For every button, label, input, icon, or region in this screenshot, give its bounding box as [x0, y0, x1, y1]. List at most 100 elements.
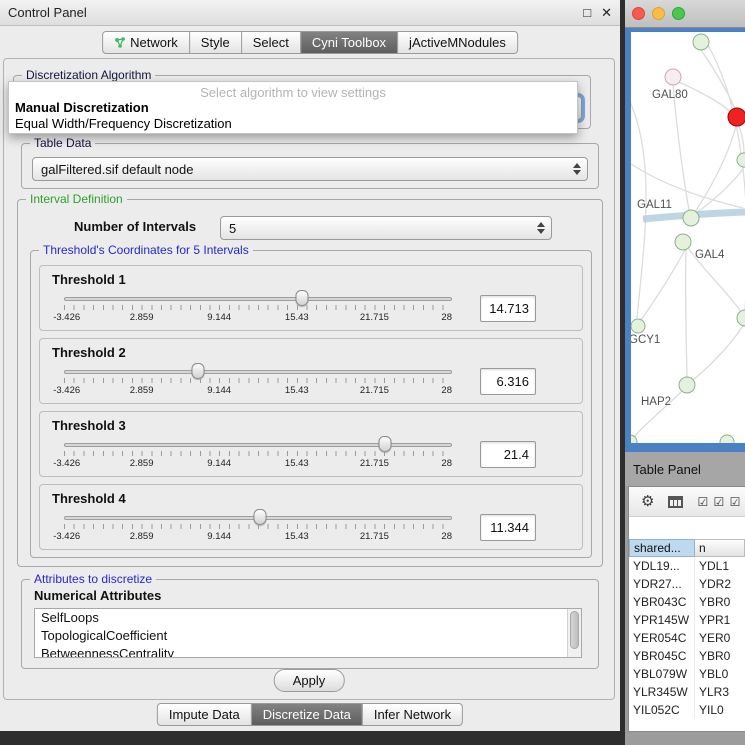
scale-label: 9.144: [207, 458, 231, 469]
column-header-name[interactable]: n: [695, 539, 745, 557]
table-toolbar: ⚙ ☑ ☑ ☑: [629, 487, 745, 517]
bottom-tab-bar: Impute Data Discretize Data Infer Networ…: [157, 703, 463, 726]
network-focus-frame: GAL80 GAL11 GAL4 GCY1 HAP2: [625, 28, 745, 452]
tab-jactivemnodules[interactable]: jActiveMNodules: [397, 32, 517, 53]
threshold-3-value-field[interactable]: 21.4: [480, 441, 536, 468]
combobox-arrows-icon: [569, 163, 585, 175]
threshold-4-panel: Threshold 4 -3.426 2.859 9.144 15.43: [39, 484, 583, 550]
mac-zoom-button[interactable]: [672, 7, 685, 20]
table-row[interactable]: YER054CYER0: [629, 629, 745, 647]
numerical-attributes-list[interactable]: SelfLoops TopologicalCoefficient Between…: [34, 608, 582, 658]
scale-label: 2.859: [130, 531, 154, 542]
slider-scale: -3.426 2.859 9.144 15.43 21.715 28: [64, 312, 452, 325]
tab-network[interactable]: Network: [103, 32, 189, 53]
table-panel-title: Table Panel: [633, 462, 701, 477]
network-view-area: GAL80 GAL11 GAL4 GCY1 HAP2 Table Panel ⚙…: [625, 0, 745, 745]
select-rows-icons[interactable]: ☑ ☑ ☑: [697, 495, 741, 509]
table-row[interactable]: YPR145WYPR1: [629, 611, 745, 629]
gear-icon[interactable]: ⚙: [641, 494, 654, 509]
network-window-titlebar: [625, 0, 745, 28]
group-title-algorithm: Discretization Algorithm: [22, 68, 155, 82]
scale-label: -3.426: [53, 312, 80, 323]
num-intervals-value: 5: [229, 221, 533, 236]
scrollbar-thumb[interactable]: [570, 611, 579, 649]
mac-minimize-button[interactable]: [652, 7, 665, 20]
list-item[interactable]: SelfLoops: [35, 609, 581, 627]
threshold-4-slider[interactable]: -3.426 2.859 9.144 15.43 21.715 28: [50, 507, 466, 547]
list-item[interactable]: TopologicalCoefficient: [35, 627, 581, 645]
selected-node-red: [728, 108, 745, 126]
table-spacer: [629, 517, 745, 539]
slider-ticks: [64, 524, 452, 529]
column-header-shared-name[interactable]: shared...: [629, 539, 695, 557]
num-intervals-combobox[interactable]: 5: [220, 216, 552, 240]
list-item[interactable]: BetweennessCentrality: [35, 645, 581, 658]
slider-thumb[interactable]: [254, 509, 267, 525]
tab-select[interactable]: Select: [241, 32, 300, 53]
node-label-gal4: GAL4: [695, 249, 724, 261]
dropdown-option-equal-width-frequency[interactable]: Equal Width/Frequency Discretization: [9, 116, 577, 132]
scale-label: 21.715: [360, 458, 389, 469]
apply-button[interactable]: Apply: [274, 669, 345, 692]
network-graph: [631, 32, 745, 443]
tab-impute-data[interactable]: Impute Data: [158, 704, 251, 725]
table-data-selected-value: galFiltered.sif default node: [41, 162, 569, 177]
tab-style[interactable]: Style: [189, 32, 241, 53]
scale-label: -3.426: [53, 531, 80, 542]
threshold-1-slider[interactable]: -3.426 2.859 9.144 15.43 21.715 28: [50, 288, 466, 328]
algorithm-dropdown-popup: Select algorithm to view settings Manual…: [8, 81, 578, 134]
slider-scale: -3.426 2.859 9.144 15.43 21.715 28: [64, 385, 452, 398]
list-scrollbar[interactable]: [567, 609, 581, 657]
tab-network-label: Network: [130, 32, 178, 53]
table-row[interactable]: YDR27...YDR2: [629, 575, 745, 593]
table-data-combobox[interactable]: galFiltered.sif default node: [32, 157, 588, 181]
scale-label: 15.43: [285, 385, 309, 396]
window-title: Control Panel: [8, 5, 87, 20]
table-row[interactable]: YLR345WYLR3: [629, 683, 745, 701]
slider-thumb[interactable]: [295, 290, 308, 306]
table-row[interactable]: YBR043CYBR0: [629, 593, 745, 611]
slider-ticks: [64, 378, 452, 383]
scale-label: 9.144: [207, 385, 231, 396]
scale-label: 21.715: [360, 312, 389, 323]
thresholds-group: Threshold's Coordinates for 5 Intervals …: [30, 250, 592, 558]
scale-label: -3.426: [53, 385, 80, 396]
table-row[interactable]: YBR045CYBR0: [629, 647, 745, 665]
tab-infer-network[interactable]: Infer Network: [362, 704, 462, 725]
threshold-2-panel: Threshold 2 -3.426 2.859 9.144 15.43: [39, 338, 583, 404]
pink-node: [665, 69, 681, 85]
scale-label: -3.426: [53, 458, 80, 469]
slider-ticks: [64, 451, 452, 456]
scale-label: 21.715: [360, 531, 389, 542]
network-canvas[interactable]: GAL80 GAL11 GAL4 GCY1 HAP2: [631, 32, 745, 443]
close-window-icon[interactable]: ✕: [601, 5, 612, 21]
table-row[interactable]: YBL079WYBL0: [629, 665, 745, 683]
scale-label: 15.43: [285, 312, 309, 323]
table-rows: YDL19...YDL1 YDR27...YDR2 YBR043CYBR0 YP…: [629, 557, 745, 719]
threshold-4-value-field[interactable]: 11.344: [480, 514, 536, 541]
float-window-icon[interactable]: □: [583, 5, 591, 21]
column-selector-icon[interactable]: [668, 496, 683, 508]
mac-close-button[interactable]: [632, 7, 645, 20]
scale-label: 2.859: [130, 385, 154, 396]
number-of-intervals-row: Number of Intervals 5: [18, 214, 602, 240]
tab-discretize-data[interactable]: Discretize Data: [251, 704, 362, 725]
table-row[interactable]: YIL052CYIL0: [629, 701, 745, 719]
network-icon: [114, 37, 126, 49]
threshold-2-slider[interactable]: -3.426 2.859 9.144 15.43 21.715 28: [50, 361, 466, 401]
dropdown-option-manual-discretization[interactable]: Manual Discretization: [9, 100, 577, 116]
tab-cyni-toolbox[interactable]: Cyni Toolbox: [300, 32, 397, 53]
group-title-attributes: Attributes to discretize: [30, 572, 156, 586]
threshold-1-value-field[interactable]: 14.713: [480, 295, 536, 322]
table-panel-window: ⚙ ☑ ☑ ☑ shared... n YDL19...YDL1 YDR27..…: [628, 486, 745, 732]
slider-thumb[interactable]: [192, 363, 205, 379]
algorithm-placeholder: Select algorithm to view settings: [9, 85, 577, 100]
slider-scale: -3.426 2.859 9.144 15.43 21.715 28: [64, 531, 452, 544]
threshold-3-slider[interactable]: -3.426 2.859 9.144 15.43 21.715 28: [50, 434, 466, 474]
slider-scale: -3.426 2.859 9.144 15.43 21.715 28: [64, 458, 452, 471]
threshold-2-value-field[interactable]: 6.316: [480, 368, 536, 395]
slider-thumb[interactable]: [378, 436, 391, 452]
scale-label: 9.144: [207, 312, 231, 323]
table-row[interactable]: YDL19...YDL1: [629, 557, 745, 575]
control-panel-window: Control Panel □ ✕ Network Style Select C…: [0, 0, 620, 731]
